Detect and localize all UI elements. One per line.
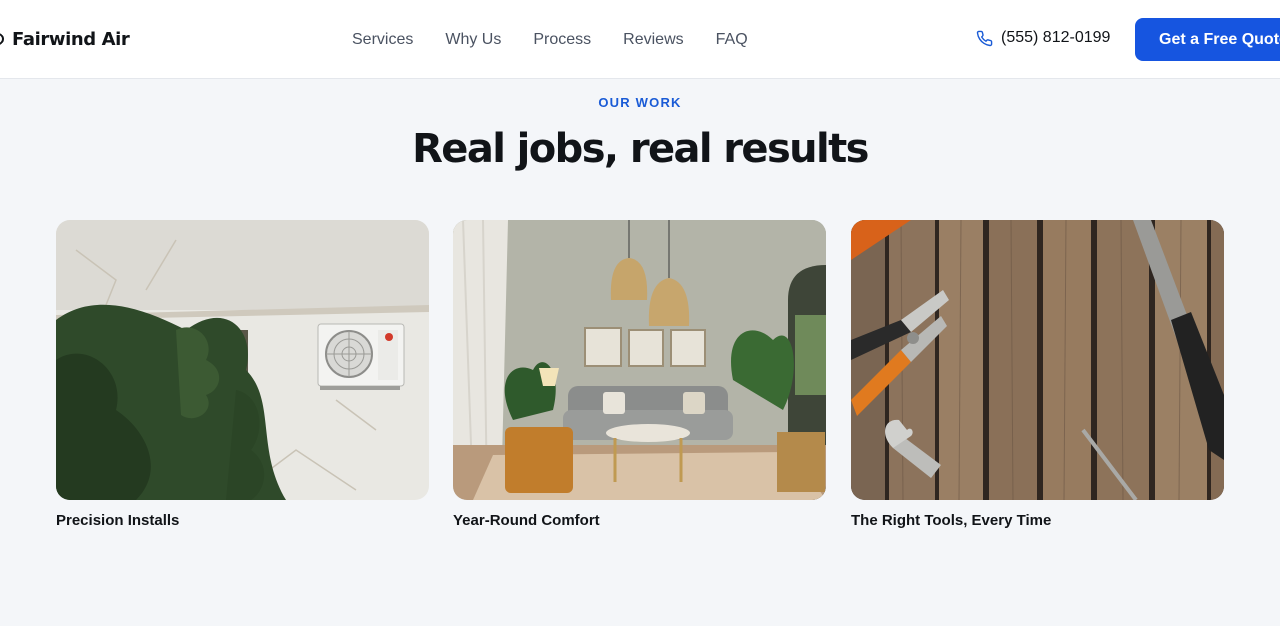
section-eyebrow: OUR WORK (598, 95, 682, 110)
nav-link-why-us[interactable]: Why Us (445, 31, 501, 49)
site-header: Fairwind Air Services Why Us Process Rev… (0, 0, 1280, 79)
nav-link-reviews[interactable]: Reviews (623, 31, 683, 49)
main-nav: Services Why Us Process Reviews FAQ (352, 0, 780, 79)
get-free-quote-button[interactable]: Get a Free Quote (1135, 18, 1280, 61)
phone-link[interactable]: (555) 812-0199 (976, 29, 1110, 47)
card-image-living-room (453, 220, 826, 500)
work-card[interactable]: Precision Installs (56, 220, 429, 529)
phone-icon (976, 30, 993, 47)
card-title: Precision Installs (56, 512, 180, 529)
work-card[interactable]: Year-Round Comfort (453, 220, 826, 529)
brand-logo-icon (0, 27, 4, 51)
brand-name: Fairwind Air (12, 28, 130, 50)
card-title: The Right Tools, Every Time (851, 512, 1052, 529)
brand[interactable]: Fairwind Air (0, 27, 130, 51)
section-title: Real jobs, real results (412, 126, 869, 172)
work-card[interactable]: The Right Tools, Every Time (851, 220, 1224, 529)
card-image-tools (851, 220, 1224, 500)
card-title: Year-Round Comfort (453, 512, 600, 529)
phone-number: (555) 812-0199 (1001, 29, 1111, 46)
nav-link-services[interactable]: Services (352, 31, 413, 49)
nav-link-process[interactable]: Process (533, 31, 591, 49)
nav-link-faq[interactable]: FAQ (716, 31, 748, 49)
card-image-ac-unit (56, 220, 429, 500)
